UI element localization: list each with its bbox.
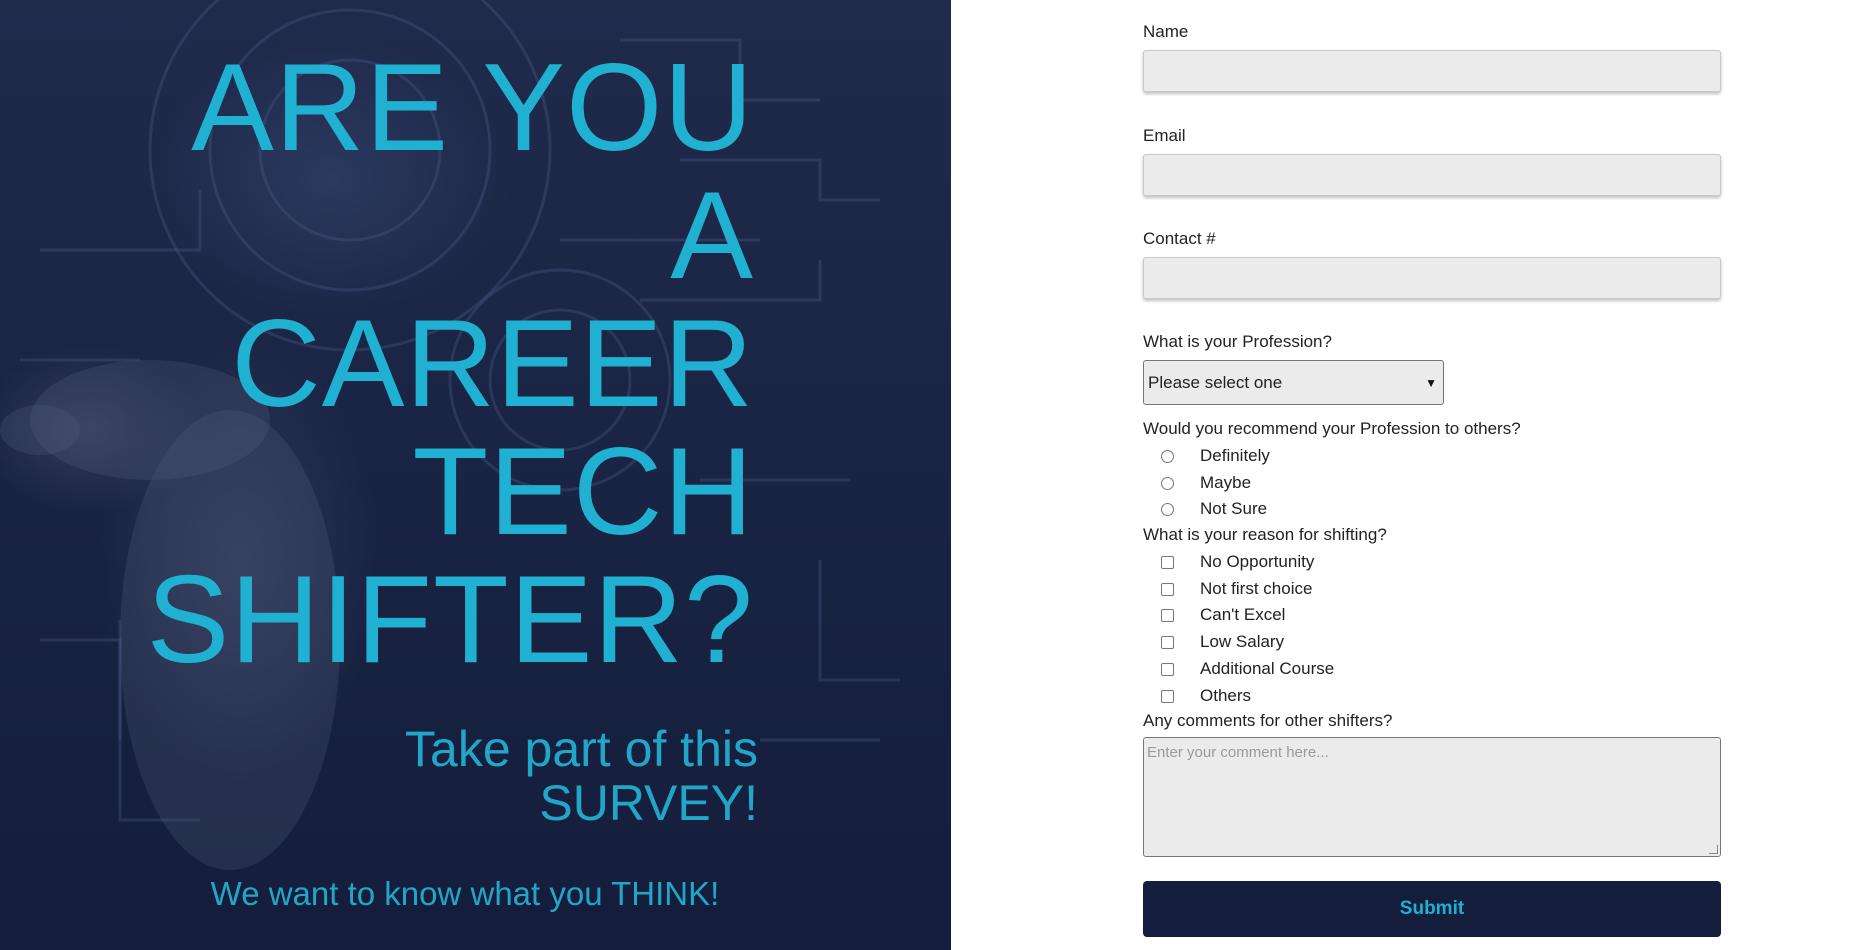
hero-title-line: SHIFTER? [146,551,754,689]
radio-option[interactable]: Not Sure [1161,499,1267,519]
survey-form: Name Email Contact # What is your Profes… [1143,0,1723,950]
checkbox[interactable] [1161,635,1174,649]
profession-selected-value: Please select one [1148,372,1283,392]
hero-title-line: A [670,167,754,305]
checkbox-option-label: Additional Course [1200,659,1335,678]
radio-button[interactable] [1161,449,1174,463]
checkbox-option[interactable]: Additional Course [1161,659,1334,679]
comments-textarea[interactable]: Enter your comment here... [1143,737,1721,857]
checkbox-option[interactable]: Not first choice [1161,579,1312,599]
radio-button[interactable] [1161,502,1174,516]
radio-option-label: Not Sure [1200,499,1268,518]
checkbox-option-label: Others [1200,686,1252,705]
checkbox-option[interactable]: No Opportunity [1161,552,1314,572]
checkbox[interactable] [1161,582,1174,596]
name-label: Name [1143,22,1189,41]
hero-subtitle: Take part of this SURVEY! [250,722,758,830]
radio-option-label: Maybe [1200,473,1252,492]
email-input[interactable] [1143,154,1721,196]
profession-select[interactable]: Please select one ▼ [1143,360,1444,405]
contact-input[interactable] [1143,257,1721,299]
reason-label: What is your reason for shifting? [1143,525,1387,544]
checkbox-option[interactable]: Low Salary [1161,632,1284,652]
hero-panel: ARE YOU A CAREER TECH SHIFTER? Take part… [0,0,951,950]
hero-title-line: TECH [412,423,754,561]
submit-button[interactable]: Submit [1143,881,1721,937]
checkbox-option[interactable]: Others [1161,686,1251,706]
checkbox[interactable] [1161,662,1174,676]
radio-button[interactable] [1161,476,1174,490]
profession-label: What is your Profession? [1143,332,1332,351]
resize-handle[interactable] [1709,845,1718,854]
checkbox-option-label: Not first choice [1200,579,1313,598]
checkbox-option-label: Can't Excel [1200,605,1286,624]
hero-title: ARE YOU A CAREER TECH SHIFTER? [120,44,754,684]
radio-option[interactable]: Maybe [1161,473,1251,493]
contact-label: Contact # [1143,229,1216,248]
hero-subtitle-line: SURVEY! [539,775,758,831]
radio-option[interactable]: Definitely [1161,446,1270,466]
checkbox-option-label: Low Salary [1200,632,1285,651]
checkbox[interactable] [1161,689,1174,703]
checkbox[interactable] [1161,555,1174,569]
checkbox-option[interactable]: Can't Excel [1161,605,1285,625]
hero-title-line: CAREER [231,295,754,433]
hero-tagline: We want to know what you THINK! [210,875,720,912]
checkbox-option-label: No Opportunity [1200,552,1315,571]
radio-option-label: Definitely [1200,446,1270,465]
comments-placeholder: Enter your comment here... [1147,744,1329,761]
hero-title-line: ARE YOU [191,39,754,177]
chevron-down-icon: ▼ [1425,375,1437,390]
email-label: Email [1143,126,1186,145]
checkbox[interactable] [1161,608,1174,622]
name-input[interactable] [1143,50,1721,92]
comments-label: Any comments for other shifters? [1143,711,1393,730]
recommend-label: Would you recommend your Profession to o… [1143,419,1521,438]
hero-subtitle-line: Take part of this [405,721,758,777]
